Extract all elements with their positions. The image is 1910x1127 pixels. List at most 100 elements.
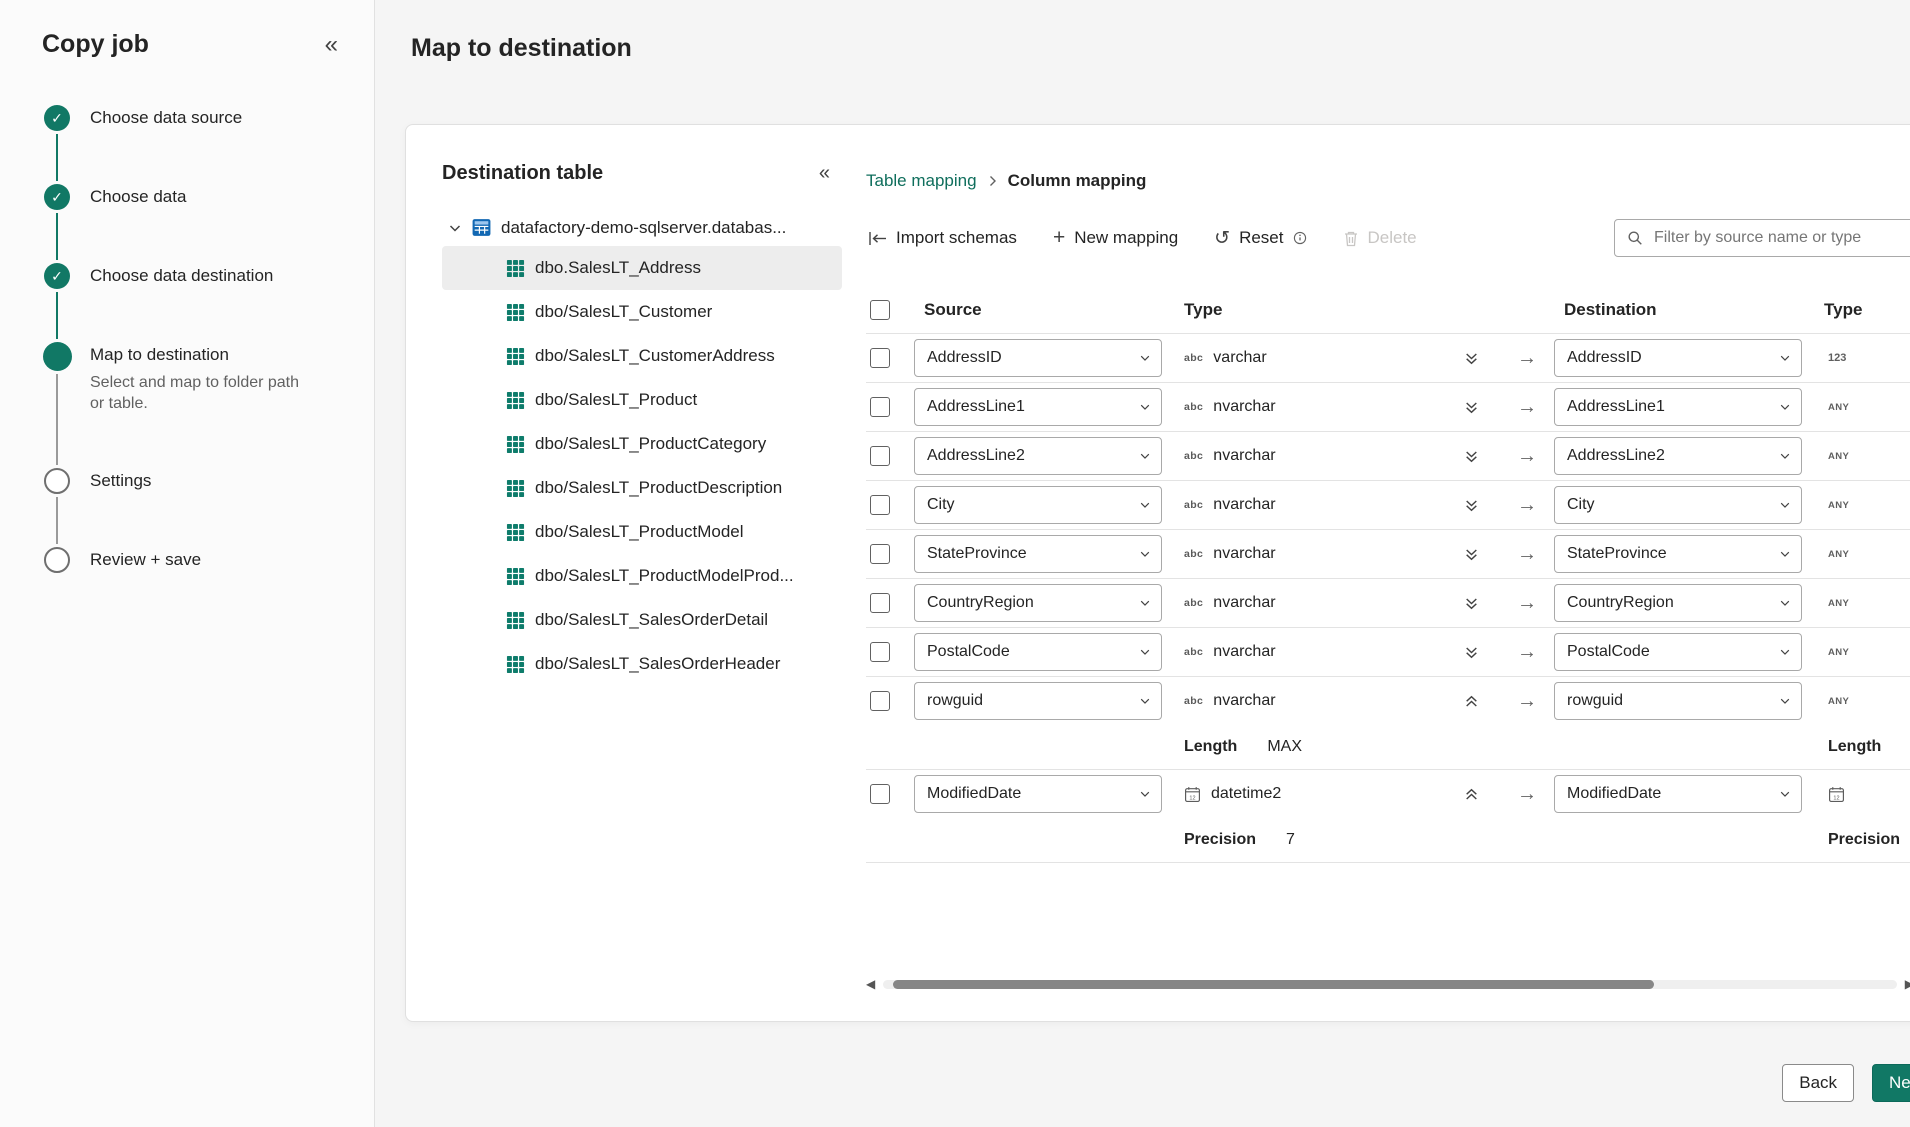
expand-row-icon[interactable] — [1460, 396, 1483, 419]
tree-item[interactable]: dbo/SalesLT_ProductDescription — [442, 466, 842, 510]
step-status-icon: ✓ — [44, 263, 70, 289]
tree-item[interactable]: dbo.SalesLT_Address — [442, 246, 842, 290]
reset-button[interactable]: ↺ Reset — [1212, 224, 1308, 252]
next-button[interactable]: Next — [1872, 1064, 1910, 1102]
expand-row-icon[interactable] — [1460, 494, 1483, 517]
source-type-name: nvarchar — [1213, 398, 1275, 416]
collapse-row-icon[interactable] — [1460, 690, 1483, 713]
back-button[interactable]: Back — [1782, 1064, 1854, 1102]
property-name: Precision — [1184, 831, 1256, 849]
step-map-to-destination[interactable]: Map to destinationSelect and map to fold… — [42, 342, 344, 468]
row-checkbox[interactable] — [870, 446, 890, 466]
row-checkbox[interactable] — [870, 691, 890, 711]
source-column-dropdown[interactable]: rowguid — [914, 682, 1162, 720]
tree-item[interactable]: dbo/SalesLT_Product — [442, 378, 842, 422]
mapping-row-group: PostalCodeabcnvarchar→PostalCodeANY — [866, 628, 1910, 677]
expand-row-icon[interactable] — [1460, 445, 1483, 468]
new-mapping-button[interactable]: + New mapping — [1051, 224, 1180, 252]
source-column-dropdown[interactable]: CountryRegion — [914, 584, 1162, 622]
destination-column-dropdown[interactable]: PostalCode — [1554, 633, 1802, 671]
destination-column-dropdown[interactable]: AddressID — [1554, 339, 1802, 377]
step-connector — [56, 374, 58, 465]
destination-column-dropdown[interactable]: rowguid — [1554, 682, 1802, 720]
source-type: abcnvarchar — [1184, 692, 1442, 710]
page-title: Map to destination — [411, 34, 632, 63]
chevron-down-icon — [1779, 499, 1791, 511]
row-checkbox[interactable] — [870, 642, 890, 662]
source-column-dropdown[interactable]: ModifiedDate — [914, 775, 1162, 813]
step-choose-data[interactable]: ✓Choose data — [42, 184, 344, 263]
tree-root[interactable]: datafactory-demo-sqlserver.databas... — [442, 217, 842, 238]
breadcrumb-table-mapping[interactable]: Table mapping — [866, 171, 977, 191]
chevron-down-icon — [1779, 646, 1791, 658]
source-type-name: nvarchar — [1213, 692, 1275, 710]
tree-item[interactable]: dbo/SalesLT_SalesOrderHeader — [442, 642, 842, 686]
scroll-right-icon[interactable]: ▶ — [1905, 977, 1910, 991]
step-review-save[interactable]: Review + save — [42, 547, 344, 626]
panel-collapse-icon[interactable]: « — [813, 161, 836, 185]
source-type: abcnvarchar — [1184, 643, 1442, 661]
expand-row-icon[interactable] — [1460, 641, 1483, 664]
expand-row-icon[interactable] — [1460, 543, 1483, 566]
destination-column-dropdown[interactable]: City — [1554, 486, 1802, 524]
sidebar-collapse-icon[interactable]: « — [319, 31, 344, 59]
select-all-checkbox[interactable] — [870, 300, 890, 320]
destination-column-dropdown[interactable]: AddressLine2 — [1554, 437, 1802, 475]
column-header-destination-type: Type — [1824, 300, 1910, 320]
mapping-row: ModifiedDate12datetime2→ModifiedDate12 — [866, 770, 1910, 818]
destination-column-dropdown[interactable]: CountryRegion — [1554, 584, 1802, 622]
source-column-dropdown[interactable]: StateProvince — [914, 535, 1162, 573]
chevron-down-icon — [1779, 548, 1791, 560]
tree-item-label: dbo/SalesLT_Product — [535, 390, 697, 410]
tree-item[interactable]: dbo/SalesLT_ProductModelProd... — [442, 554, 842, 598]
tree-item[interactable]: dbo/SalesLT_ProductCategory — [442, 422, 842, 466]
tree-item[interactable]: dbo/SalesLT_Customer — [442, 290, 842, 334]
delete-button[interactable]: Delete — [1341, 224, 1419, 252]
row-checkbox[interactable] — [870, 495, 890, 515]
destination-type-icon: 123 — [1828, 352, 1846, 364]
destination-column-dropdown[interactable]: ModifiedDate — [1554, 775, 1802, 813]
source-column-dropdown[interactable]: AddressLine1 — [914, 388, 1162, 426]
step-settings[interactable]: Settings — [42, 468, 344, 547]
source-column-dropdown[interactable]: AddressID — [914, 339, 1162, 377]
tree-item[interactable]: dbo/SalesLT_ProductModel — [442, 510, 842, 554]
source-column-dropdown[interactable]: AddressLine2 — [914, 437, 1162, 475]
row-checkbox[interactable] — [870, 784, 890, 804]
row-checkbox[interactable] — [870, 544, 890, 564]
type-property-row: LengthMAXLength — [866, 725, 1910, 769]
row-checkbox[interactable] — [870, 397, 890, 417]
import-schemas-label: Import schemas — [896, 228, 1017, 248]
close-icon[interactable]: ✕ — [1902, 26, 1910, 64]
expand-row-icon[interactable] — [1460, 592, 1483, 615]
step-label: Choose data source — [90, 108, 242, 128]
import-schemas-button[interactable]: Import schemas — [866, 224, 1019, 252]
calendar-icon: 12 — [1184, 786, 1201, 803]
destination-column-dropdown[interactable]: StateProvince — [1554, 535, 1802, 573]
step-choose-data-source[interactable]: ✓Choose data source — [42, 105, 344, 184]
destination-column-dropdown[interactable]: AddressLine1 — [1554, 388, 1802, 426]
destination-type-icon: ANY — [1828, 402, 1849, 413]
scroll-left-icon[interactable]: ◀ — [866, 977, 875, 991]
source-type: abcnvarchar — [1184, 545, 1442, 563]
filter-input[interactable] — [1652, 228, 1901, 248]
main-header: Map to destination ✕ — [405, 26, 1910, 90]
text-type-icon: abc — [1184, 597, 1203, 609]
step-choose-data-destination[interactable]: ✓ Choose data destination — [42, 263, 344, 342]
destination-panel: Destination table « datafactory-demo-sql… — [442, 161, 842, 1021]
scrollbar-thumb[interactable] — [893, 980, 1653, 989]
row-checkbox[interactable] — [870, 348, 890, 368]
property-value: MAX — [1267, 738, 1302, 756]
step-label: Choose data destination — [90, 266, 273, 286]
row-checkbox[interactable] — [870, 593, 890, 613]
collapse-row-icon[interactable] — [1460, 783, 1483, 806]
scrollbar-track[interactable] — [883, 980, 1897, 989]
tree-item[interactable]: dbo/SalesLT_SalesOrderDetail — [442, 598, 842, 642]
mapping-arrow-icon: → — [1517, 592, 1537, 615]
horizontal-scrollbar[interactable]: ◀ ▶ — [866, 977, 1910, 991]
stepper: ✓Choose data source✓Choose data✓Choose d… — [42, 105, 344, 626]
tree-item[interactable]: dbo/SalesLT_CustomerAddress — [442, 334, 842, 378]
source-column-dropdown[interactable]: City — [914, 486, 1162, 524]
expand-row-icon[interactable] — [1460, 347, 1483, 370]
source-column-dropdown[interactable]: PostalCode — [914, 633, 1162, 671]
tree-root-label: datafactory-demo-sqlserver.databas... — [501, 218, 786, 238]
